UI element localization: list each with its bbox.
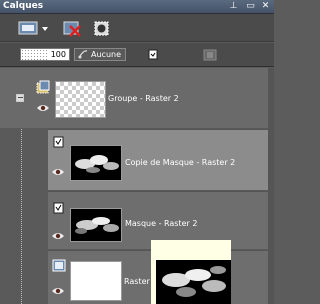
pin-icon[interactable]: ⊥ [229,2,238,11]
layers-toolbar [0,14,274,42]
cloud-mask-image [75,217,119,234]
mask-link-icon[interactable] [148,49,158,60]
tree-connector [21,98,22,304]
layer-thumbnail [70,208,122,242]
layer-thumbnail [55,81,106,118]
delete-layer-button[interactable] [62,19,82,37]
layer-name: Raster [124,277,150,286]
thumbnail-preview-popup [151,240,231,304]
blend-mode-value: Aucune [91,50,122,59]
layers-list: − Groupe - Raster 2 Copie de Masque - Ra… [0,68,274,304]
mask-layer-icon [53,202,64,214]
preview-image [156,260,231,304]
close-icon[interactable]: ✕ [261,2,270,11]
mask-layer-icon [53,136,64,148]
scrollbar[interactable] [268,68,274,304]
layer-style-icon[interactable] [203,49,217,61]
blend-mode-icon [78,50,88,59]
window-title: Calques [3,1,44,11]
visibility-eye-icon[interactable] [52,168,64,176]
minimize-icon[interactable]: ▭ [246,2,255,11]
opacity-value: 100 [50,50,66,59]
group-folder-icon [36,80,50,94]
layer-name: Masque - Raster 2 [125,219,198,228]
visibility-eye-icon[interactable] [52,287,64,295]
visibility-eye-icon[interactable] [37,104,49,112]
collapse-toggle[interactable]: − [16,94,24,102]
dropdown-arrow-icon [42,27,48,31]
layer-options-bar: 100 Aucune [0,43,274,67]
raster-layer-icon [52,259,66,272]
cloud-mask-image [75,155,119,173]
title-bar: Calques ⊥ ▭ ✕ [0,0,274,14]
blend-mode-select[interactable]: Aucune [74,48,126,61]
layer-name: Groupe - Raster 2 [108,94,179,103]
layer-name: Copie de Masque - Raster 2 [125,158,236,167]
layer-row-copie-masque[interactable]: Copie de Masque - Raster 2 [48,129,268,190]
layer-thumbnail [70,261,122,301]
group-mask-button[interactable] [92,19,112,37]
new-layer-button[interactable] [18,19,50,37]
layer-thumbnail [70,145,122,181]
visibility-eye-icon[interactable] [52,232,64,240]
layer-row-group[interactable]: − Groupe - Raster 2 [0,68,268,128]
opacity-field[interactable]: 100 [20,48,70,61]
cloud-preview-image [162,266,226,297]
